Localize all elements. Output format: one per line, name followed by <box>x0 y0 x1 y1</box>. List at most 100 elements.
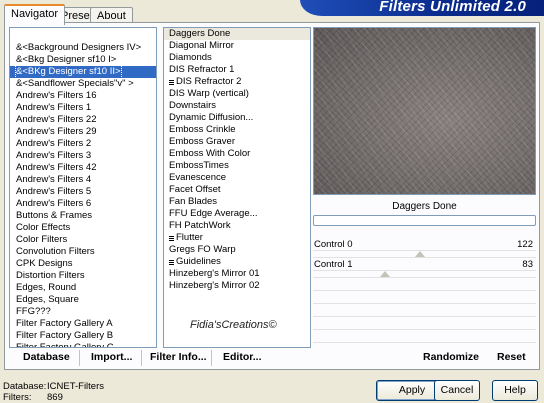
reset-button[interactable]: Reset <box>497 351 526 363</box>
filter-label: Emboss Graver <box>169 136 235 147</box>
category-item[interactable]: Andrew's Filters 4 <box>10 174 156 186</box>
filter-item[interactable]: Gregs FO Warp <box>164 244 310 256</box>
category-label: Andrew's Filters 42 <box>16 162 97 173</box>
category-item[interactable]: Andrew's Filters 3 <box>10 150 156 162</box>
category-label: &<Sandflower Specials"v" > <box>16 78 134 89</box>
toolbar: Database Import... Filter Info... Editor… <box>9 348 535 368</box>
control-slider-1[interactable] <box>313 271 536 278</box>
filter-label: FH PatchWork <box>169 220 231 231</box>
category-item[interactable]: Andrew's Filters 5 <box>10 186 156 198</box>
filter-item[interactable]: DIS Refractor 2 <box>164 76 310 88</box>
category-item[interactable]: Andrew's Filters 29 <box>10 126 156 138</box>
tab-navigator[interactable]: Navigator <box>4 4 66 25</box>
category-label: Andrew's Filters 16 <box>16 90 97 101</box>
category-item[interactable]: CPK Designs <box>10 258 156 270</box>
editor-button[interactable]: Editor... <box>223 351 262 363</box>
category-item[interactable]: Buttons & Frames <box>10 210 156 222</box>
control-value: 83 <box>522 259 533 270</box>
category-item[interactable]: Convolution Filters <box>10 246 156 258</box>
category-item[interactable]: Edges, Round <box>10 282 156 294</box>
group-icon <box>169 79 174 86</box>
category-label: Andrew's Filters 3 <box>16 150 92 161</box>
filter-item[interactable]: DIS Warp (vertical) <box>164 88 310 100</box>
filter-item[interactable]: Emboss With Color <box>164 148 310 160</box>
category-item[interactable]: Distortion Filters <box>10 270 156 282</box>
filter-item[interactable]: EmbossTimes <box>164 160 310 172</box>
database-button[interactable]: Database <box>23 351 70 363</box>
filter-label: Hinzeberg's Mirror 01 <box>169 268 260 279</box>
filter-item[interactable]: Fan Blades <box>164 196 310 208</box>
category-item[interactable]: FFG??? <box>10 306 156 318</box>
category-label: &<Bkg Designer sf10 I> <box>16 54 117 65</box>
filter-label: DIS Refractor 1 <box>169 64 235 75</box>
filter-item[interactable]: Facet Offset <box>164 184 310 196</box>
category-label: &<BKg Designer sf10 II> <box>15 66 122 78</box>
category-item[interactable]: Andrew's Filters 42 <box>10 162 156 174</box>
category-label: Color Effects <box>16 222 71 233</box>
filter-item[interactable]: DIS Refractor 1 <box>164 64 310 76</box>
navigator-panel: &<Background Designers IV> &<Bkg Designer… <box>4 22 540 370</box>
filter-label: Hinzeberg's Mirror 02 <box>169 280 260 291</box>
category-item[interactable]: Filter Factory Gallery A <box>10 318 156 330</box>
filter-label: Evanescence <box>169 172 227 183</box>
filter-preview-image <box>313 27 536 195</box>
category-label: Edges, Round <box>16 282 77 293</box>
category-label: Filter Factory Gallery A <box>16 318 113 329</box>
filter-item[interactable]: Flutter <box>164 232 310 244</box>
filter-label: Emboss Crinkle <box>169 124 236 135</box>
category-label: Andrew's Filters 2 <box>16 138 92 149</box>
filter-item[interactable]: Daggers Done <box>164 28 310 40</box>
app-title: Filters Unlimited 2.0 <box>379 0 526 15</box>
category-item[interactable]: &<BKg Designer sf10 II> <box>10 66 156 78</box>
category-label: Buttons & Frames <box>16 210 93 221</box>
filter-item[interactable]: Hinzeberg's Mirror 01 <box>164 268 310 280</box>
filter-label: DIS Refractor 2 <box>176 76 242 87</box>
filter-item[interactable]: Emboss Graver <box>164 136 310 148</box>
filter-item[interactable]: Hinzeberg's Mirror 02 <box>164 280 310 292</box>
filter-item[interactable]: FFU Edge Average... <box>164 208 310 220</box>
category-label: Andrew's Filters 5 <box>16 186 92 197</box>
filter-info-button[interactable]: Filter Info... <box>150 351 207 363</box>
filter-item[interactable]: Emboss Crinkle <box>164 124 310 136</box>
filter-item[interactable]: Dynamic Diffusion... <box>164 112 310 124</box>
randomize-button[interactable]: Randomize <box>423 351 479 363</box>
category-item[interactable]: &<Background Designers IV> <box>10 42 156 54</box>
filter-item[interactable]: Downstairs <box>164 100 310 112</box>
cancel-button[interactable]: Cancel <box>434 380 480 401</box>
import-button[interactable]: Import... <box>91 351 132 363</box>
category-item[interactable]: Color Effects <box>10 222 156 234</box>
filter-item[interactable]: Evanescence <box>164 172 310 184</box>
control-label: Control 1 <box>314 259 353 270</box>
category-label: Andrew's Filters 29 <box>16 126 97 137</box>
category-label: Andrew's Filters 22 <box>16 114 97 125</box>
category-item[interactable]: Andrew's Filters 16 <box>10 90 156 102</box>
category-item[interactable]: Andrew's Filters 1 <box>10 102 156 114</box>
category-item[interactable]: Edges, Square <box>10 294 156 306</box>
category-item[interactable]: Andrew's Filters 22 <box>10 114 156 126</box>
slider-thumb[interactable] <box>415 251 425 257</box>
category-item[interactable]: Andrew's Filters 2 <box>10 138 156 150</box>
filters-info: Filters: 869 <box>3 392 63 403</box>
category-list[interactable]: &<Background Designers IV> &<Bkg Designer… <box>9 27 157 348</box>
category-label: Edges, Square <box>16 294 79 305</box>
help-button[interactable]: Help <box>492 380 538 401</box>
database-info: Database:ICNET-Filters <box>3 381 104 392</box>
filters-value: 869 <box>47 392 63 403</box>
category-label: CPK Designs <box>16 258 73 269</box>
filter-label: Guidelines <box>176 256 221 267</box>
category-item[interactable]: &<Bkg Designer sf10 I> <box>10 54 156 66</box>
filter-item[interactable]: Guidelines <box>164 256 310 268</box>
controls-panel: Control 0 122 Control 1 83 <box>313 238 536 348</box>
slider-thumb[interactable] <box>380 271 390 277</box>
filter-item[interactable]: Diagonal Mirror <box>164 40 310 52</box>
group-icon <box>169 259 174 266</box>
category-label: Andrew's Filters 4 <box>16 174 92 185</box>
filter-item[interactable]: Diamonds <box>164 52 310 64</box>
filter-item[interactable]: FH PatchWork <box>164 220 310 232</box>
category-item[interactable]: &<Sandflower Specials"v" > <box>10 78 156 90</box>
filter-list[interactable]: Daggers Done Diagonal Mirror Diamonds DIS R… <box>163 27 311 348</box>
category-item[interactable]: Color Filters <box>10 234 156 246</box>
category-item[interactable]: Andrew's Filters 6 <box>10 198 156 210</box>
category-item[interactable]: Filter Factory Gallery B <box>10 330 156 342</box>
control-slider-0[interactable] <box>313 251 536 258</box>
